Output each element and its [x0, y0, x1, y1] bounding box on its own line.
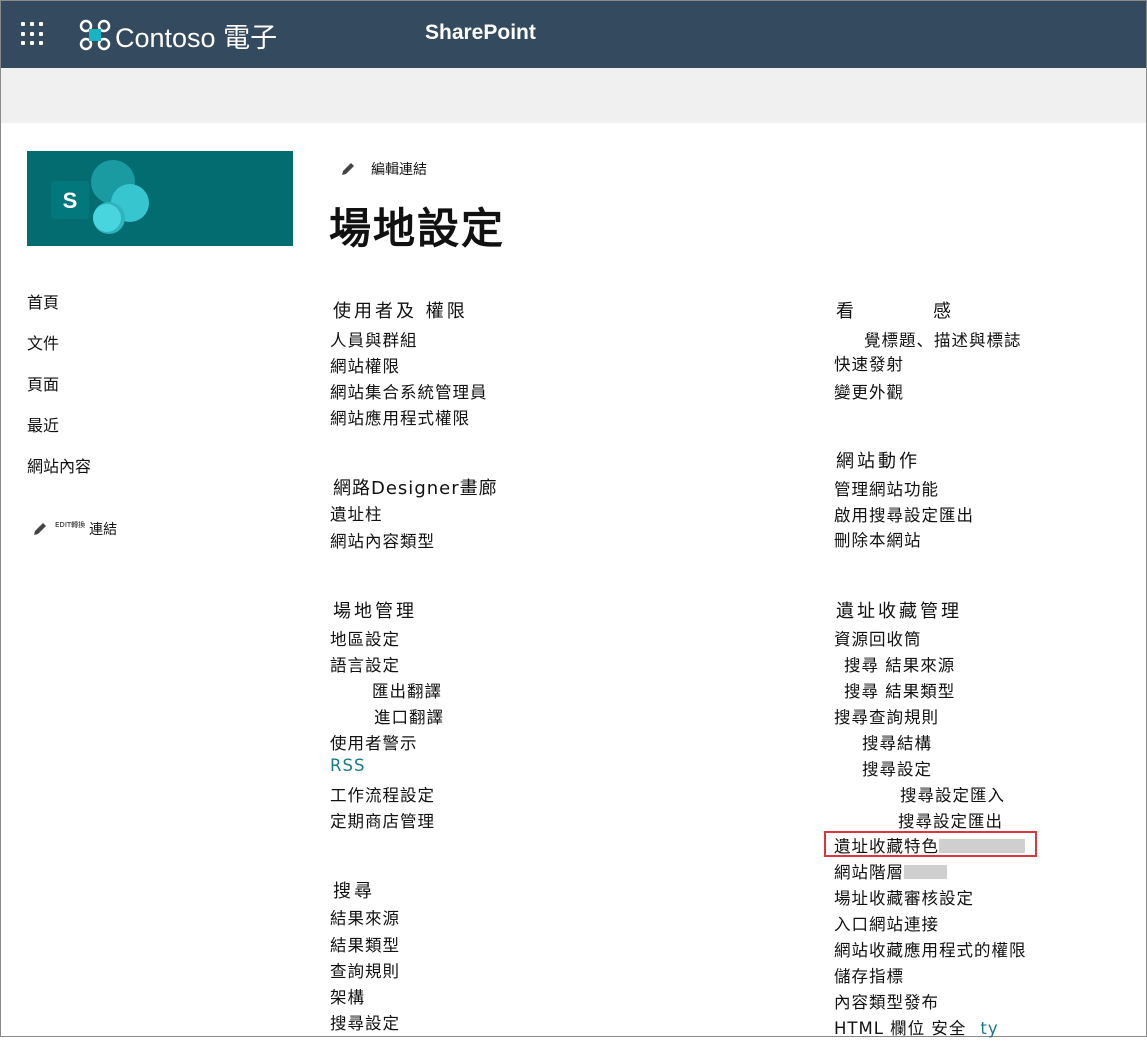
group-title-site-collection-admin: 遺址收藏管理 [836, 601, 962, 622]
redaction-bar [904, 865, 947, 879]
nav-item-pages[interactable]: 頁面 [27, 371, 91, 394]
group-title-look: 看 [836, 301, 857, 322]
group-title-site-administration: 場地管理 [333, 601, 417, 622]
sharepoint-logo-icon: S [51, 159, 149, 234]
link-enable-search-config-export[interactable]: 啟用搜尋設定匯出 [834, 502, 974, 528]
link-import-translations[interactable]: 進口翻譯 [374, 704, 444, 730]
link-collection-query-rules[interactable]: 搜尋查詢規則 [834, 704, 939, 730]
edit-links-label: 連結 [89, 522, 118, 538]
app-name[interactable]: SharePoint [425, 21, 536, 45]
link-site-content-types[interactable]: 網站內容類型 [330, 528, 435, 554]
link-html-field-security-label: HTML 欄位 安全 [834, 1019, 967, 1038]
link-people-groups[interactable]: 人員與群組 [330, 327, 418, 353]
link-storage-metrics[interactable]: 儲存指標 [834, 963, 904, 989]
left-nav-edit-links[interactable]: EDIT轉換 連結 [31, 519, 117, 539]
nav-item-recent[interactable]: 最近 [27, 412, 91, 435]
brand-name: Contoso 電子 [115, 22, 278, 53]
link-search-config-import[interactable]: 搜尋設定匯入 [900, 782, 1005, 808]
link-title-description-logo[interactable]: 覺標題、描述與標誌 [864, 327, 1022, 353]
group-title-search: 搜尋 [333, 881, 375, 902]
edit-links-button[interactable]: 編輯連結 [339, 159, 427, 179]
svg-text:S: S [63, 188, 78, 213]
link-site-columns[interactable]: 遺址柱 [330, 501, 383, 527]
link-search-settings[interactable]: 搜尋設定 [330, 1010, 400, 1036]
site-logo[interactable]: S [27, 151, 293, 246]
link-site-app-permissions[interactable]: 網站應用程式權限 [330, 405, 470, 431]
contoso-logo-icon [79, 19, 111, 51]
command-bar [1, 68, 1146, 123]
link-rss[interactable]: RSS [330, 756, 365, 782]
suite-bar: Contoso 電子 SharePoint [1, 1, 1146, 68]
group-title-site-actions: 網站動作 [836, 451, 920, 472]
link-result-types[interactable]: 結果類型 [330, 932, 400, 958]
group-title-users-permissions: 使用者及 權限 [333, 301, 468, 322]
link-collection-search-settings[interactable]: 搜尋設定 [862, 756, 932, 782]
link-collection-result-types[interactable]: 搜尋 結果類型 [844, 678, 955, 704]
link-result-sources[interactable]: 結果來源 [330, 905, 400, 931]
pencil-icon [342, 163, 354, 175]
link-recycle-bin[interactable]: 資源回收筒 [834, 626, 922, 652]
link-content-type-publishing[interactable]: 內容類型發布 [834, 989, 939, 1015]
nav-item-documents[interactable]: 文件 [27, 330, 91, 353]
link-term-store-management[interactable]: 定期商店管理 [330, 808, 435, 834]
link-manage-site-features[interactable]: 管理網站功能 [834, 476, 939, 502]
link-query-rules[interactable]: 查詢規則 [330, 958, 400, 984]
edit-tiny-label: EDIT轉換 [55, 521, 86, 529]
link-schema[interactable]: 架構 [330, 984, 365, 1010]
link-export-translations[interactable]: 匯出翻譯 [372, 678, 442, 704]
link-regional-settings[interactable]: 地區設定 [330, 626, 400, 652]
group-title-designer-galleries: 網路Designer畫廊 [333, 478, 498, 499]
app-launcher-icon[interactable] [21, 22, 45, 46]
link-html-field-security-suffix: ty [980, 1019, 999, 1038]
nav-item-site-contents[interactable]: 網站內容 [27, 453, 91, 476]
link-language-settings[interactable]: 語言設定 [330, 652, 400, 678]
pencil-icon [34, 523, 46, 535]
link-site-collection-admins[interactable]: 網站集合系統管理員 [330, 379, 488, 405]
link-quick-launch[interactable]: 快速發射 [834, 351, 904, 377]
link-html-field-security[interactable]: HTML 欄位 安全 ty [834, 1015, 999, 1041]
highlight-box [824, 831, 1037, 857]
page-title: 場地設定 [329, 204, 506, 253]
left-navigation: 首頁 文件 頁面 最近 網站內容 [27, 289, 91, 494]
link-site-collection-audit-settings[interactable]: 場址收藏審核設定 [834, 885, 974, 911]
brand[interactable]: Contoso 電子 [79, 15, 277, 55]
link-portal-site-connection[interactable]: 入口網站連接 [834, 911, 939, 937]
link-site-hierarchy[interactable]: 網站階層 [834, 859, 904, 885]
link-change-the-look[interactable]: 變更外觀 [834, 379, 904, 405]
group-title-feel: 感 [933, 301, 954, 322]
link-site-permissions[interactable]: 網站權限 [330, 353, 400, 379]
link-delete-this-site[interactable]: 刪除本網站 [834, 527, 922, 553]
link-collection-result-sources[interactable]: 搜尋 結果來源 [844, 652, 955, 678]
link-collection-search-schema[interactable]: 搜尋結構 [862, 730, 932, 756]
edit-links-label: 編輯連結 [371, 162, 427, 178]
link-workflow-settings[interactable]: 工作流程設定 [330, 782, 435, 808]
link-site-collection-app-permissions[interactable]: 網站收藏應用程式的權限 [834, 937, 1027, 963]
link-user-alerts[interactable]: 使用者警示 [330, 730, 418, 756]
nav-item-home[interactable]: 首頁 [27, 289, 91, 312]
